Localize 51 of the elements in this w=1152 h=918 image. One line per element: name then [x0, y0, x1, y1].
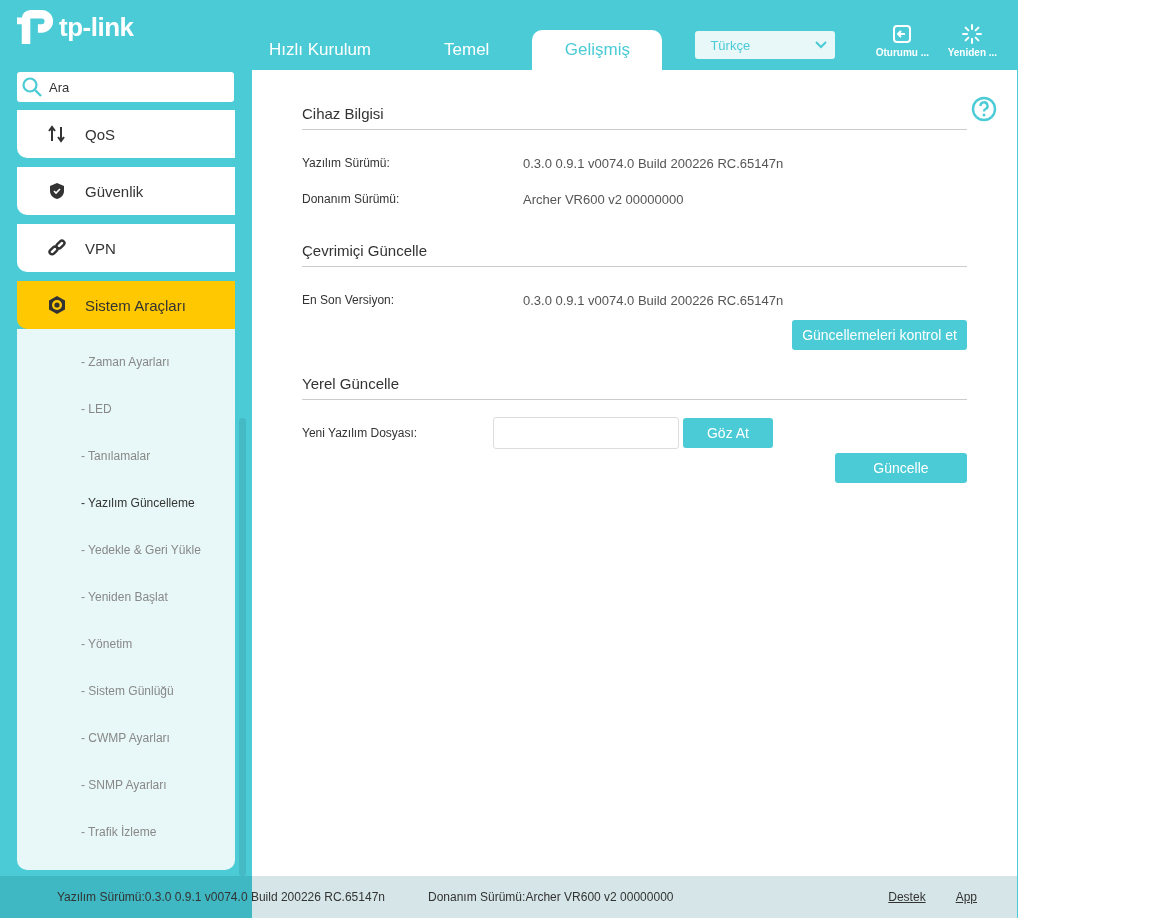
submenu-item[interactable]: - LED [17, 386, 235, 433]
logo-icon [17, 8, 55, 46]
submenu-item[interactable]: - Sistem Günlüğü [17, 668, 235, 715]
submenu-item[interactable]: - Yeniden Başlat [17, 574, 235, 621]
gear-icon [47, 295, 67, 315]
field-label: Yeni Yazılım Dosyası: [302, 426, 419, 440]
brand-name: tp-link [59, 11, 134, 43]
browse-button[interactable]: Göz At [683, 418, 773, 448]
submenu-item[interactable]: - Zaman Ayarları [17, 339, 235, 386]
hardware-version-text: Donanım Sürümü:Archer VR600 v2 00000000 [428, 890, 674, 904]
submenu-item[interactable]: - Yazılım Güncelleme [17, 480, 235, 527]
reboot-button[interactable]: Yeniden ... [941, 24, 1004, 58]
field-value: 0.3.0 0.9.1 v0074.0 Build 200226 RC.65147n [523, 155, 784, 171]
footer-link[interactable]: Destek [888, 890, 926, 904]
field-value: Archer VR600 v2 00000000 [523, 191, 684, 207]
section-title: Cihaz Bilgisi [302, 98, 967, 130]
up-down-arrows-icon [47, 124, 67, 144]
field-value: 0.3.0 0.9.1 v0074.0 Build 200226 RC.65147n [523, 292, 784, 308]
nav-tab[interactable]: Gelişmiş [532, 30, 663, 70]
section-title: Çevrimiçi Güncelle [302, 235, 967, 267]
submenu-item[interactable]: - CWMP Ayarları [17, 715, 235, 762]
submenu-item[interactable]: - Tanılamalar [17, 433, 235, 480]
file-input-field[interactable] [493, 417, 679, 449]
search-icon [22, 77, 42, 97]
menu-item[interactable]: Sistem Araçları [17, 281, 235, 329]
section-title: Yerel Güncelle [302, 368, 967, 400]
nav-tab[interactable]: Hızlı Kurulum [252, 30, 389, 70]
help-icon[interactable] [971, 96, 997, 122]
logout-button[interactable]: Oturumu ... [871, 24, 934, 58]
action-button[interactable]: Güncellemeleri kontrol et [792, 320, 967, 350]
action-button[interactable]: Güncelle [835, 453, 967, 483]
field-label: Donanım Sürümü: [302, 192, 401, 206]
chevron-down-icon [815, 41, 828, 49]
link-icon [47, 238, 67, 258]
language-select[interactable]: Türkçe [695, 31, 836, 59]
submenu-item[interactable]: - Yedekle & Geri Yükle [17, 527, 235, 574]
submenu-item[interactable]: - SNMP Ayarları [17, 762, 235, 809]
field-label: En Son Versiyon: [302, 293, 396, 307]
footer-link[interactable]: App [955, 890, 977, 904]
menu-item[interactable]: VPN [17, 224, 235, 272]
search-field[interactable]: Ara [17, 72, 234, 102]
spinner-icon [962, 24, 983, 44]
menu-item[interactable]: Güvenlik [17, 167, 235, 215]
shield-icon [47, 181, 67, 201]
submenu-item[interactable]: - Yönetim [17, 621, 235, 668]
menu-item[interactable]: QoS [17, 110, 235, 158]
field-label: Yazılım Sürümü: [302, 156, 391, 170]
logout-icon [892, 24, 913, 44]
submenu-item[interactable]: - Trafik İzleme [17, 809, 235, 856]
nav-tab[interactable]: Temel [404, 30, 517, 70]
firmware-version-text: Yazılım Sürümü:0.3.0 0.9.1 v0074.0 Build 200226 RC.65147n [57, 890, 385, 904]
